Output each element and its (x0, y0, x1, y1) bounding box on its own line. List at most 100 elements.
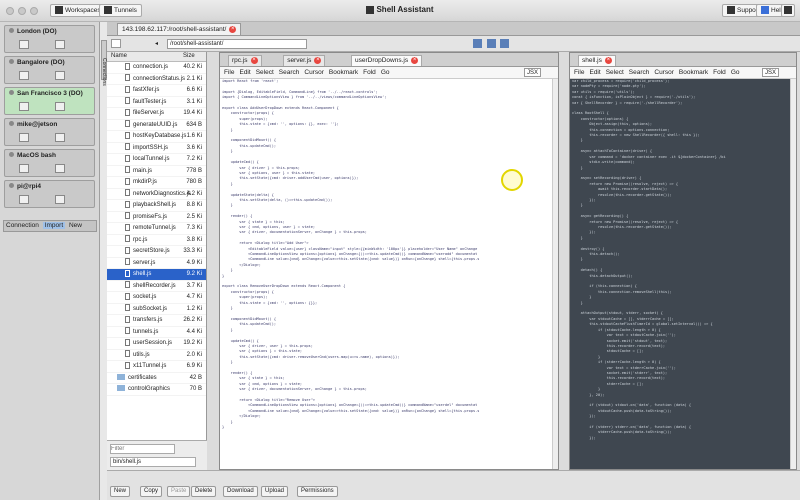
editor-right-tabs: shell.js × (570, 53, 796, 67)
menu-item-bookmark[interactable]: Bookmark (679, 69, 708, 76)
file-row[interactable]: secretStore.js 33.3 Ki (107, 246, 206, 258)
editor-tab[interactable]: rpc.js × (228, 55, 262, 66)
file-row[interactable]: shell.js 9.2 Ki (107, 269, 206, 281)
file-row[interactable]: playbackShell.js 8.8 Ki (107, 200, 206, 212)
new-file-button[interactable]: New (110, 486, 131, 497)
files-icon[interactable] (55, 195, 65, 204)
close-tab-icon[interactable]: × (411, 56, 419, 64)
file-row[interactable]: subSocket.js 1.2 Ki (107, 304, 206, 315)
files-icon[interactable] (55, 102, 65, 111)
menu-item-go[interactable]: Go (381, 69, 390, 76)
menu-item-go[interactable]: Go (731, 69, 740, 76)
close-tab-icon[interactable]: × (250, 56, 258, 64)
file-row[interactable]: userSession.js 19.2 Ki (107, 338, 206, 350)
menu-item-search[interactable]: Search (279, 69, 300, 76)
path-input[interactable]: /root/shell-assistant/ (167, 39, 307, 49)
copy-button[interactable]: Copy (140, 486, 163, 497)
file-row[interactable]: localTunnel.js 7.2 Ki (107, 154, 206, 166)
file-row[interactable]: fastXfer.js 6.6 Ki (107, 85, 206, 97)
file-row[interactable]: connectionStatus.js 2.1 Ki (107, 74, 206, 85)
settings-button[interactable] (781, 4, 795, 17)
upload-button[interactable]: Upload (261, 486, 289, 497)
file-row[interactable]: utils.js 2.0 Ki (107, 350, 206, 361)
editor-tab[interactable]: server.js × (283, 55, 326, 66)
file-row[interactable]: shellRecorder.js 3.7 Ki (107, 281, 206, 292)
size-column-header[interactable]: Size (183, 52, 195, 61)
terminal-icon[interactable] (19, 133, 29, 142)
menu-item-edit[interactable]: Edit (589, 69, 600, 76)
file-row[interactable]: fileServer.js 19.4 Ki (107, 108, 206, 120)
editor-tab[interactable]: shell.js × (578, 55, 616, 66)
refresh-icon[interactable] (111, 39, 121, 48)
folder-row[interactable]: controlGraphics 70 B (107, 384, 206, 396)
terminal-icon[interactable] (19, 40, 29, 49)
download-button[interactable]: Download (223, 486, 258, 497)
menu-item-file[interactable]: File (574, 69, 584, 76)
selected-path-field[interactable]: bin/shell.js (110, 457, 196, 467)
editor-left-scrollbar[interactable] (552, 79, 558, 469)
files-icon[interactable] (55, 164, 65, 173)
permissions-button[interactable]: Permissions (297, 486, 338, 497)
file-row[interactable]: tunnels.js 4.4 Ki (107, 327, 206, 338)
paste-button[interactable]: Paste (167, 486, 191, 497)
name-column-header[interactable]: Name (111, 52, 127, 61)
menu-item-file[interactable]: File (224, 69, 234, 76)
file-row[interactable]: generateUUID.js 634 B (107, 120, 206, 131)
menu-item-bookmark[interactable]: Bookmark (329, 69, 358, 76)
session-tab[interactable]: 143.198.62.117:/root/shell-assistant/× (117, 23, 242, 35)
terminal-icon[interactable] (19, 164, 29, 173)
file-row[interactable]: networkDiagnostics.js 4.2 Ki (107, 189, 206, 200)
file-row[interactable]: mkdirP.js 780 B (107, 177, 206, 189)
file-row[interactable]: x11Tunnel.js 6.9 Ki (107, 361, 206, 373)
import-button[interactable]: Import (42, 222, 66, 229)
close-tab-icon[interactable]: × (604, 56, 612, 64)
editor-tab[interactable]: userDropDowns.js × (351, 55, 423, 66)
menu-item-cursor[interactable]: Cursor (654, 69, 674, 76)
files-icon[interactable] (55, 40, 65, 49)
filter-input[interactable] (110, 444, 175, 454)
files-icon[interactable] (55, 71, 65, 80)
file-row[interactable]: promiseFs.js 2.5 Ki (107, 212, 206, 223)
terminal-icon[interactable] (19, 102, 29, 111)
terminal-icon[interactable] (19, 71, 29, 80)
delete-button[interactable]: Delete (191, 486, 217, 497)
connection-item[interactable]: San Francisco 3 (DO) (4, 87, 95, 115)
connection-item[interactable]: pi@rpi4 (4, 180, 95, 208)
file-row[interactable]: socket.js 4.7 Ki (107, 292, 206, 304)
language-mode-select[interactable]: JSX (523, 68, 541, 77)
file-row[interactable]: server.js 4.9 Ki (107, 258, 206, 269)
panel-icon[interactable] (500, 39, 509, 48)
split-view-icon[interactable] (473, 39, 482, 48)
file-row[interactable]: faultTester.js 3.1 Ki (107, 97, 206, 108)
menu-item-select[interactable]: Select (256, 69, 274, 76)
menu-item-select[interactable]: Select (606, 69, 624, 76)
new-connection-button[interactable]: New (67, 222, 84, 229)
connection-item[interactable]: London (DO) (4, 25, 95, 53)
connection-item[interactable]: mike@jetson (4, 118, 95, 146)
file-row[interactable]: importSSH.js 3.6 Ki (107, 143, 206, 154)
files-icon[interactable] (55, 133, 65, 142)
close-tab-icon[interactable]: × (229, 25, 237, 33)
folder-row[interactable]: certificates 42 B (107, 373, 206, 384)
menu-item-fold[interactable]: Fold (713, 69, 726, 76)
menu-item-cursor[interactable]: Cursor (304, 69, 324, 76)
layout-icon[interactable] (487, 39, 496, 48)
language-mode-select[interactable]: JSX (761, 68, 779, 77)
menu-item-search[interactable]: Search (629, 69, 650, 76)
code-view-right[interactable]: var child_process = require('child_proce… (570, 79, 790, 469)
connection-item[interactable]: Bangalore (DO) (4, 56, 95, 84)
file-row[interactable]: main.js 778 B (107, 166, 206, 177)
editor-right-scrollbar[interactable] (790, 79, 796, 469)
close-tab-icon[interactable]: × (314, 56, 322, 64)
terminal-icon[interactable] (19, 195, 29, 204)
file-row[interactable]: rpc.js 3.8 Ki (107, 235, 206, 246)
connection-item[interactable]: MacOS bash (4, 149, 95, 177)
file-row[interactable]: connection.js 40.2 Ki (107, 62, 206, 74)
code-view-left[interactable]: import React from 'react'; import {Dialo… (220, 79, 552, 469)
menu-item-edit[interactable]: Edit (239, 69, 250, 76)
file-row[interactable]: transfers.js 26.2 Ki (107, 315, 206, 327)
back-icon[interactable]: ◂ (155, 40, 158, 47)
file-row[interactable]: hostKeyDatabase.js 1.6 Ki (107, 131, 206, 143)
menu-item-fold[interactable]: Fold (363, 69, 376, 76)
file-row[interactable]: remoteTunnel.js 7.3 Ki (107, 223, 206, 235)
